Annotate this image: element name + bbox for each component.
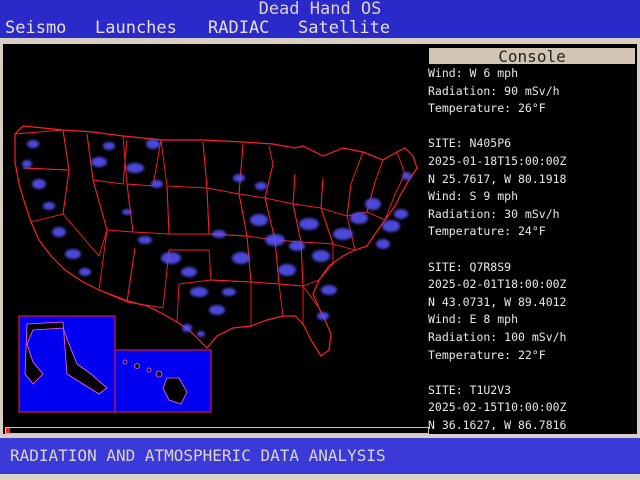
menu-bar: Seismo Launches RADIAC Satellite <box>0 19 640 38</box>
status-bar: RADIATION AND ATMOSPHERIC DATA ANALYSIS <box>0 438 640 480</box>
console-line: Wind: E 8 mph <box>428 312 519 327</box>
console-line: Temperature: 24°F <box>428 224 546 239</box>
console-line: Radiation: 100 mSv/h <box>428 329 567 344</box>
console-line: Radiation: 30 mSv/h <box>428 206 560 221</box>
status-text: RADIATION AND ATMOSPHERIC DATA ANALYSIS <box>0 438 640 474</box>
menu-item-seismo[interactable]: Seismo <box>5 19 66 38</box>
console-line: Temperature: 22°F <box>428 347 546 362</box>
radiation-plumes <box>22 139 412 337</box>
console-line: Wind: S 9 mph <box>428 189 519 204</box>
hawaii-inset <box>114 349 212 413</box>
console-line: N 36.1627, W 86.7816 <box>428 417 567 430</box>
console-title: Console <box>429 48 635 65</box>
console-line: Temperature: 26°F <box>428 101 546 116</box>
map-scrollbar[interactable] <box>5 427 429 434</box>
window-title: Dead Hand OS <box>0 0 640 19</box>
state-borders <box>14 129 406 326</box>
console-line: SITE: Q7R8S9 <box>428 259 512 274</box>
console-line: SITE: N405P6 <box>428 136 512 151</box>
console-line: Wind: W 6 mph <box>428 66 519 80</box>
menu-item-radiac[interactable]: RADIAC <box>208 19 269 38</box>
menu-item-satellite[interactable]: Satellite <box>298 19 390 38</box>
scrollbar-thumb[interactable] <box>6 428 10 433</box>
us-map-svg <box>14 125 418 413</box>
menu-item-launches[interactable]: Launches <box>95 19 177 38</box>
console-log[interactable]: Wind: W 6 mph Radiation: 90 mSv/h Temperat… <box>428 65 637 430</box>
console-line: 2025-01-18T15:00:00Z <box>428 153 567 168</box>
console-line: 2025-02-01T18:00:00Z <box>428 277 567 292</box>
console-line: Radiation: 90 mSv/h <box>428 83 560 98</box>
us-radiation-map[interactable] <box>3 44 427 430</box>
console-line: 2025-02-15T10:00:00Z <box>428 400 567 415</box>
console-line: SITE: T1U2V3 <box>428 382 512 397</box>
console-line: N 43.0731, W 89.4012 <box>428 294 567 309</box>
console-line: N 25.7617, W 80.1918 <box>428 171 567 186</box>
